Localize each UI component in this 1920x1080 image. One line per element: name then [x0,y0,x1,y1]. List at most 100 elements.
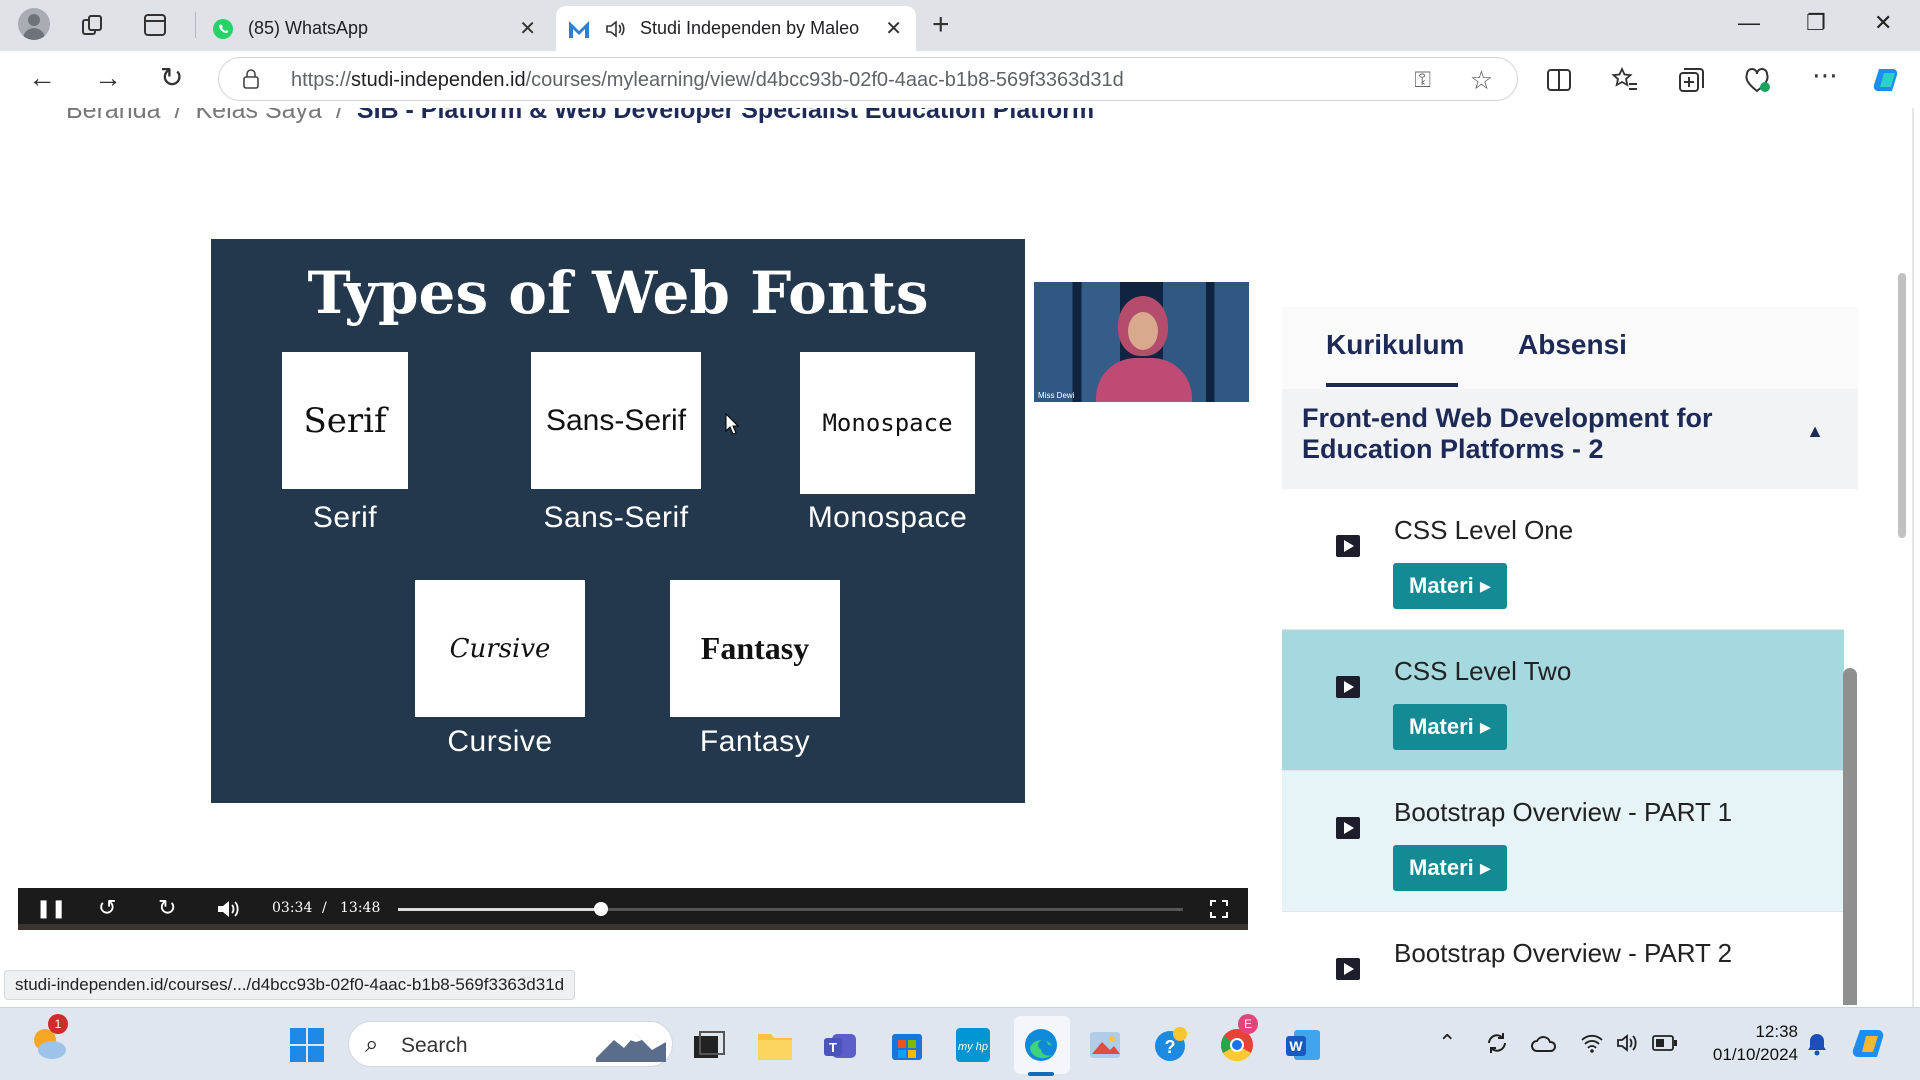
rewind-icon[interactable]: ↺ [98,897,116,919]
search-highlight-mountain-icon [596,1034,666,1062]
close-tab-icon[interactable]: ✕ [519,16,536,41]
word-icon[interactable]: W [1284,1026,1322,1064]
sidebar-scrollbar[interactable] [1843,668,1857,1005]
search-label: Search [401,1034,468,1057]
breadcrumb: Beranda / Kelas Saya / SIB - Platform & Web … [66,108,1094,125]
materi-button[interactable]: Materi ▸ [1393,845,1507,891]
workspaces-icon[interactable] [80,12,106,38]
page-content: Beranda / Kelas Saya / SIB - Platform & Web … [0,108,1920,1005]
materi-button[interactable]: Materi ▸ [1393,704,1507,750]
close-window-button[interactable]: ✕ [1874,10,1892,36]
lesson-item[interactable]: Bootstrap Overview - PART 2 [1282,912,1844,1005]
windows-taskbar: 1 ⌕ Search T my hp ? E W ⌃ 12:38 01/10/2… [0,1007,1920,1080]
speaker-icon[interactable] [1616,1032,1640,1054]
url-text[interactable]: https://studi-independen.id/courses/myle… [291,69,1124,92]
serif-sample-box: Serif [282,352,408,489]
teams-icon[interactable]: T [822,1026,860,1064]
browser-tab-strip: (85) WhatsApp ✕ Studi Independen by Male… [0,0,1920,51]
play-video-icon[interactable] [1336,676,1360,698]
tab-whatsapp[interactable]: (85) WhatsApp ✕ [200,6,550,51]
back-arrow-icon[interactable]: ← [28,64,56,92]
cursive-sample-text: Cursive [449,633,551,664]
play-video-icon[interactable] [1336,535,1360,557]
edge-browser-icon[interactable] [1022,1026,1060,1064]
close-tab-icon[interactable]: ✕ [885,16,902,41]
breadcrumb-my-classes-link[interactable]: Kelas Saya [195,108,321,124]
forward-arrow-icon[interactable]: → [94,64,122,92]
sans-serif-sample-text: Sans-Serif [545,403,687,437]
photos-app-icon[interactable] [1086,1026,1124,1064]
url-host: studi-independen.id [351,69,526,91]
seek-bar[interactable] [398,902,1183,916]
microsoft-store-icon[interactable] [888,1026,926,1064]
collections-icon[interactable] [1676,65,1706,95]
tab-actions-icon[interactable] [142,12,168,38]
url-scheme: https:// [291,69,352,91]
new-tab-button[interactable]: + [932,10,950,40]
video-controls: ❚❚ ↺ ↻ 03:34 / 13:48 [18,888,1248,930]
minimize-button[interactable]: — [1738,10,1760,36]
taskbar-search[interactable]: ⌕ Search [348,1021,673,1067]
play-video-icon[interactable] [1336,958,1360,980]
tab-absensi[interactable]: Absensi [1518,329,1627,361]
tab-kurikulum[interactable]: Kurikulum [1326,329,1464,361]
page-scrollbar[interactable] [1898,273,1906,538]
split-screen-icon[interactable] [1544,65,1574,95]
divider [195,12,196,38]
start-windows-icon[interactable] [288,1026,326,1064]
lock-icon[interactable] [243,69,259,89]
audio-playing-icon[interactable] [604,18,626,40]
pause-icon[interactable]: ❚❚ [36,897,66,919]
copilot-icon[interactable] [1870,63,1904,97]
notification-bell-icon[interactable] [1806,1032,1828,1056]
system-clock[interactable]: 12:38 01/10/2024 [1700,1020,1798,1066]
fantasy-caption: Fantasy [699,725,811,758]
get-help-icon[interactable]: ? [1152,1026,1190,1064]
restore-button[interactable]: ❐ [1806,10,1826,36]
seek-handle[interactable] [593,902,608,916]
weather-notification-badge: 1 [48,1014,68,1034]
task-view-icon[interactable] [690,1026,728,1064]
collapse-caret-icon[interactable]: ▲ [1806,421,1824,442]
lesson-item[interactable]: Bootstrap Overview - PART 1 Materi ▸ [1282,771,1844,912]
battery-icon[interactable] [1652,1034,1678,1052]
lesson-title[interactable]: CSS Level Two [1394,656,1571,687]
lesson-item-active[interactable]: CSS Level Two Materi ▸ [1282,630,1844,771]
more-options-icon[interactable]: ⋯ [1812,61,1838,89]
profile-avatar-icon[interactable] [18,8,50,40]
clock-time: 12:38 [1755,1022,1798,1041]
monospace-sample-box: Monospace [800,352,975,494]
mouse-cursor-icon [725,413,739,435]
copilot-preview-icon[interactable] [1850,1024,1890,1064]
onedrive-cloud-icon[interactable] [1530,1032,1558,1054]
address-bar[interactable]: https://studi-independen.id/courses/myle… [218,57,1518,101]
breadcrumb-current: SIB - Platform & Web Developer Specialis… [356,108,1095,124]
breadcrumb-separator: / [174,108,182,124]
wifi-icon[interactable] [1580,1032,1604,1054]
refresh-icon[interactable]: ↻ [160,64,183,92]
tab-studi-independen[interactable]: Studi Independen by Maleo ✕ [556,6,916,51]
materi-button[interactable]: Materi ▸ [1393,563,1507,609]
maleo-logo-icon [569,20,589,38]
browser-essentials-icon[interactable] [1742,65,1772,95]
show-hidden-icons-chevron-icon[interactable]: ⌃ [1438,1030,1456,1056]
file-explorer-icon[interactable] [756,1026,794,1064]
lesson-title[interactable]: Bootstrap Overview - PART 2 [1394,938,1732,969]
lesson-title[interactable]: Bootstrap Overview - PART 1 [1394,797,1732,828]
duration: 13:48 [340,900,381,916]
forward-icon[interactable]: ↻ [158,897,176,919]
sync-icon[interactable] [1484,1030,1510,1056]
lesson-title[interactable]: CSS Level One [1394,515,1573,546]
volume-icon[interactable] [216,899,240,919]
favorite-star-icon[interactable]: ☆ [1470,65,1493,96]
password-key-icon[interactable]: ⚿ [1414,67,1431,93]
lesson-item[interactable]: CSS Level One Materi ▸ [1282,489,1844,630]
instructor-face [1128,312,1158,350]
breadcrumb-home-link[interactable]: Beranda [66,108,161,124]
favorites-icon[interactable] [1610,65,1640,95]
play-video-icon[interactable] [1336,817,1360,839]
curriculum-section-header[interactable]: Front-end Web Development for Education … [1282,389,1858,489]
myhp-icon[interactable]: my hp [954,1026,992,1064]
current-time: 03:34 [272,900,313,916]
fullscreen-icon[interactable] [1210,900,1228,918]
